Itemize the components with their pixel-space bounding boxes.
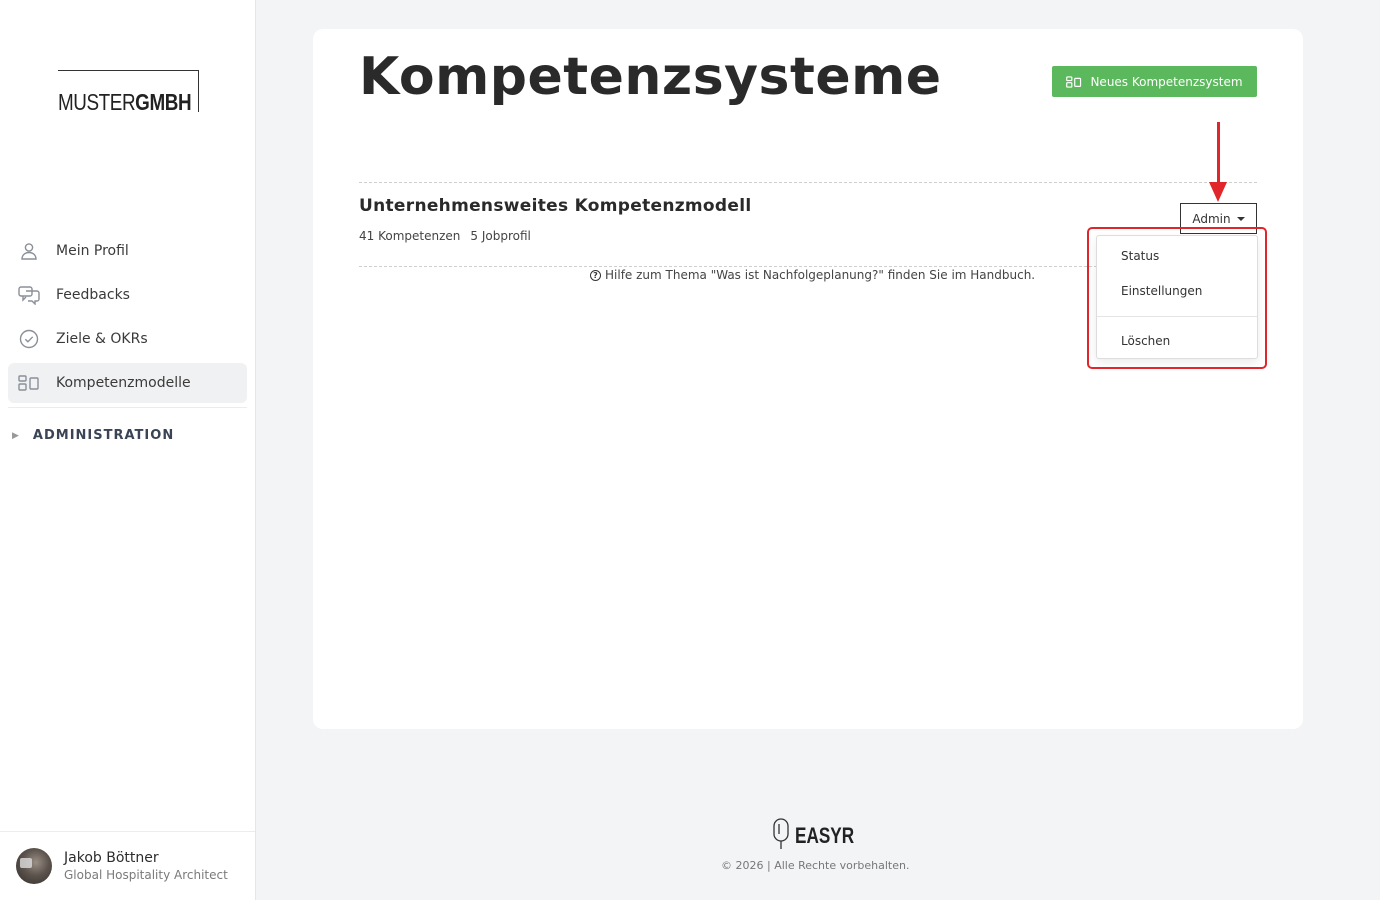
highlight-box	[1087, 227, 1267, 369]
new-competency-system-button[interactable]: Neues Kompetenzsystem	[1052, 66, 1257, 97]
user-name: Jakob Böttner	[64, 850, 159, 866]
chat-icon	[18, 284, 40, 306]
avatar	[16, 848, 52, 884]
sidebar-item-mein-profil[interactable]: Mein Profil	[8, 231, 247, 271]
sidebar-item-ziele-okrs[interactable]: Ziele & OKRs	[8, 319, 247, 359]
help-text: Hilfe zum Thema "Was ist Nachfolgeplanun…	[605, 268, 1036, 282]
button-label: Admin	[1192, 211, 1231, 226]
user-icon	[18, 240, 40, 262]
sidebar-item-feedbacks[interactable]: Feedbacks	[8, 275, 247, 315]
caret-down-icon	[1236, 216, 1245, 221]
annotation-arrow-head	[1209, 182, 1227, 202]
user-role: Global Hospitality Architect	[64, 868, 228, 882]
check-circle-icon	[18, 328, 40, 350]
copyright-text: © 2026 | Alle Rechte vorbehalten.	[721, 859, 910, 872]
competency-icon	[18, 372, 40, 394]
sidebar: MUSTERGMBH Mein Profil Feedbacks Ziele &…	[0, 0, 256, 900]
button-label: Neues Kompetenzsystem	[1090, 74, 1243, 89]
caret-right-icon: ▶	[12, 430, 19, 441]
logo-text-bold: GMBH	[135, 89, 192, 115]
sidebar-nav: Mein Profil Feedbacks Ziele & OKRs Kompe…	[8, 231, 247, 408]
sidebar-item-label: Ziele & OKRs	[56, 331, 148, 347]
page-title: Kompetenzsysteme	[359, 47, 942, 107]
competency-icon	[1066, 75, 1082, 88]
competency-count: 41 Kompetenzen	[359, 229, 461, 243]
logo-text-thin: MUSTER	[58, 89, 136, 115]
sidebar-item-kompetenzmodelle[interactable]: Kompetenzmodelle	[8, 363, 247, 403]
easyr-logo: EASYR	[772, 818, 871, 854]
company-logo[interactable]: MUSTERGMBH	[58, 70, 199, 115]
model-title[interactable]: Unternehmensweites Kompetenzmodell	[359, 196, 751, 216]
sidebar-section-administration[interactable]: ▶ ADMINISTRATION	[12, 428, 174, 443]
main-card: Kompetenzsysteme Neues Kompetenzsystem U…	[313, 29, 1303, 729]
sidebar-item-label: Mein Profil	[56, 243, 129, 259]
help-link[interactable]: ? Hilfe zum Thema "Was ist Nachfolgeplan…	[590, 268, 1035, 282]
sidebar-item-label: Kompetenzmodelle	[56, 375, 191, 391]
pin-icon	[772, 818, 790, 854]
section-label: ADMINISTRATION	[32, 428, 175, 443]
divider	[359, 182, 1257, 183]
footer-wordmark: EASYR	[795, 823, 855, 848]
sidebar-item-label: Feedbacks	[56, 287, 130, 303]
annotation-arrow-shaft	[1217, 122, 1220, 184]
user-profile[interactable]: Jakob Böttner Global Hospitality Archite…	[0, 831, 255, 900]
model-meta: 41 Kompetenzen 5 Jobprofil	[359, 229, 531, 243]
sidebar-divider	[8, 407, 247, 408]
help-icon: ?	[590, 269, 601, 281]
jobprofile-count: 5 Jobprofil	[470, 229, 531, 243]
